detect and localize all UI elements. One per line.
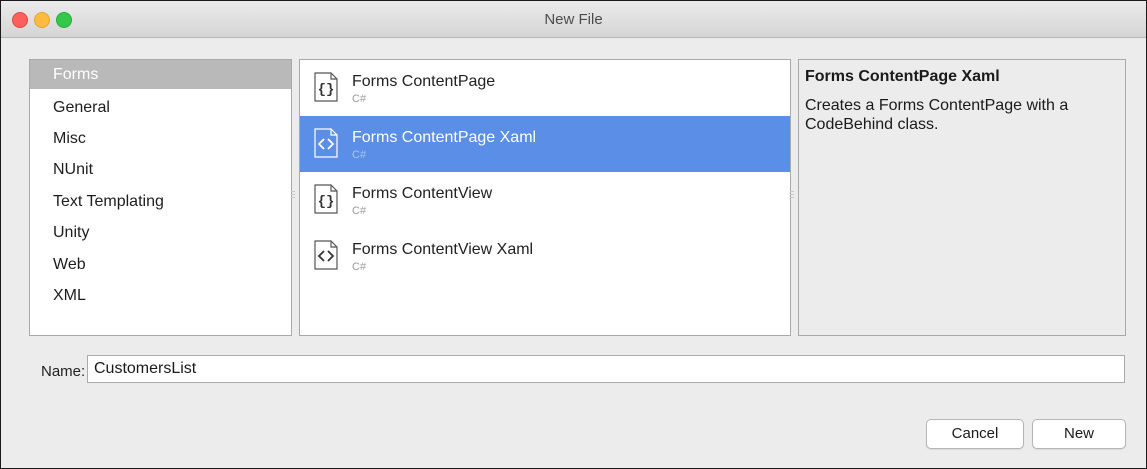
svg-text:{}: {}	[318, 82, 335, 98]
file-name-input[interactable]	[87, 355, 1125, 383]
new-button[interactable]: New	[1032, 419, 1126, 449]
description-title: Forms ContentPage Xaml	[805, 68, 1000, 85]
new-file-dialog: New File Forms General Misc NUnit Text T…	[0, 0, 1147, 469]
description-panel: Forms ContentPage Xaml Creates a Forms C…	[798, 59, 1126, 336]
category-text-templating[interactable]: Text Templating	[30, 187, 291, 216]
category-web[interactable]: Web	[30, 250, 291, 279]
category-forms[interactable]: Forms	[30, 60, 291, 89]
template-forms-contentpage[interactable]: {} Forms ContentPage C#	[300, 60, 790, 116]
name-label: Name:	[41, 363, 86, 380]
category-unity[interactable]: Unity	[30, 218, 291, 247]
category-label: XML	[53, 287, 86, 304]
category-label: Unity	[53, 224, 90, 241]
template-name: Forms ContentPage	[352, 73, 496, 90]
template-language: C#	[352, 261, 367, 273]
category-xml[interactable]: XML	[30, 281, 291, 310]
code-angle-brackets-icon	[314, 240, 338, 270]
template-forms-contentview-xaml[interactable]: Forms ContentView Xaml C#	[300, 228, 790, 284]
category-label: General	[53, 99, 110, 116]
template-name: Forms ContentPage Xaml	[352, 129, 537, 146]
category-label: Forms	[53, 66, 99, 83]
template-language: C#	[352, 93, 367, 105]
category-label: Text Templating	[53, 193, 164, 210]
template-list: {} Forms ContentPage C# Forms ContentPag…	[299, 59, 791, 336]
category-general[interactable]: General	[30, 93, 291, 122]
template-name: Forms ContentView	[352, 185, 493, 202]
category-nunit[interactable]: NUnit	[30, 155, 291, 184]
right-splitter-handle[interactable]	[790, 191, 794, 207]
template-forms-contentview[interactable]: {} Forms ContentView C#	[300, 172, 790, 228]
category-label: Web	[53, 256, 86, 273]
category-label: Misc	[53, 130, 86, 147]
cancel-button[interactable]: Cancel	[926, 419, 1024, 449]
title-bar[interactable]: New File	[1, 1, 1146, 38]
category-label: NUnit	[53, 161, 94, 178]
code-braces-icon: {}	[314, 72, 338, 102]
code-angle-brackets-icon	[314, 128, 338, 158]
description-text: Creates a Forms ContentPage with a CodeB…	[805, 97, 1069, 133]
category-misc[interactable]: Misc	[30, 124, 291, 153]
template-language: C#	[352, 149, 367, 161]
code-braces-icon: {}	[314, 184, 338, 214]
left-splitter-handle[interactable]	[291, 191, 295, 207]
template-forms-contentpage-xaml[interactable]: Forms ContentPage Xaml C#	[300, 116, 790, 172]
template-language: C#	[352, 205, 367, 217]
category-list: Forms General Misc NUnit Text Templating…	[29, 59, 292, 336]
template-name: Forms ContentView Xaml	[352, 241, 534, 258]
window-title: New File	[544, 11, 603, 28]
svg-text:{}: {}	[318, 194, 335, 210]
